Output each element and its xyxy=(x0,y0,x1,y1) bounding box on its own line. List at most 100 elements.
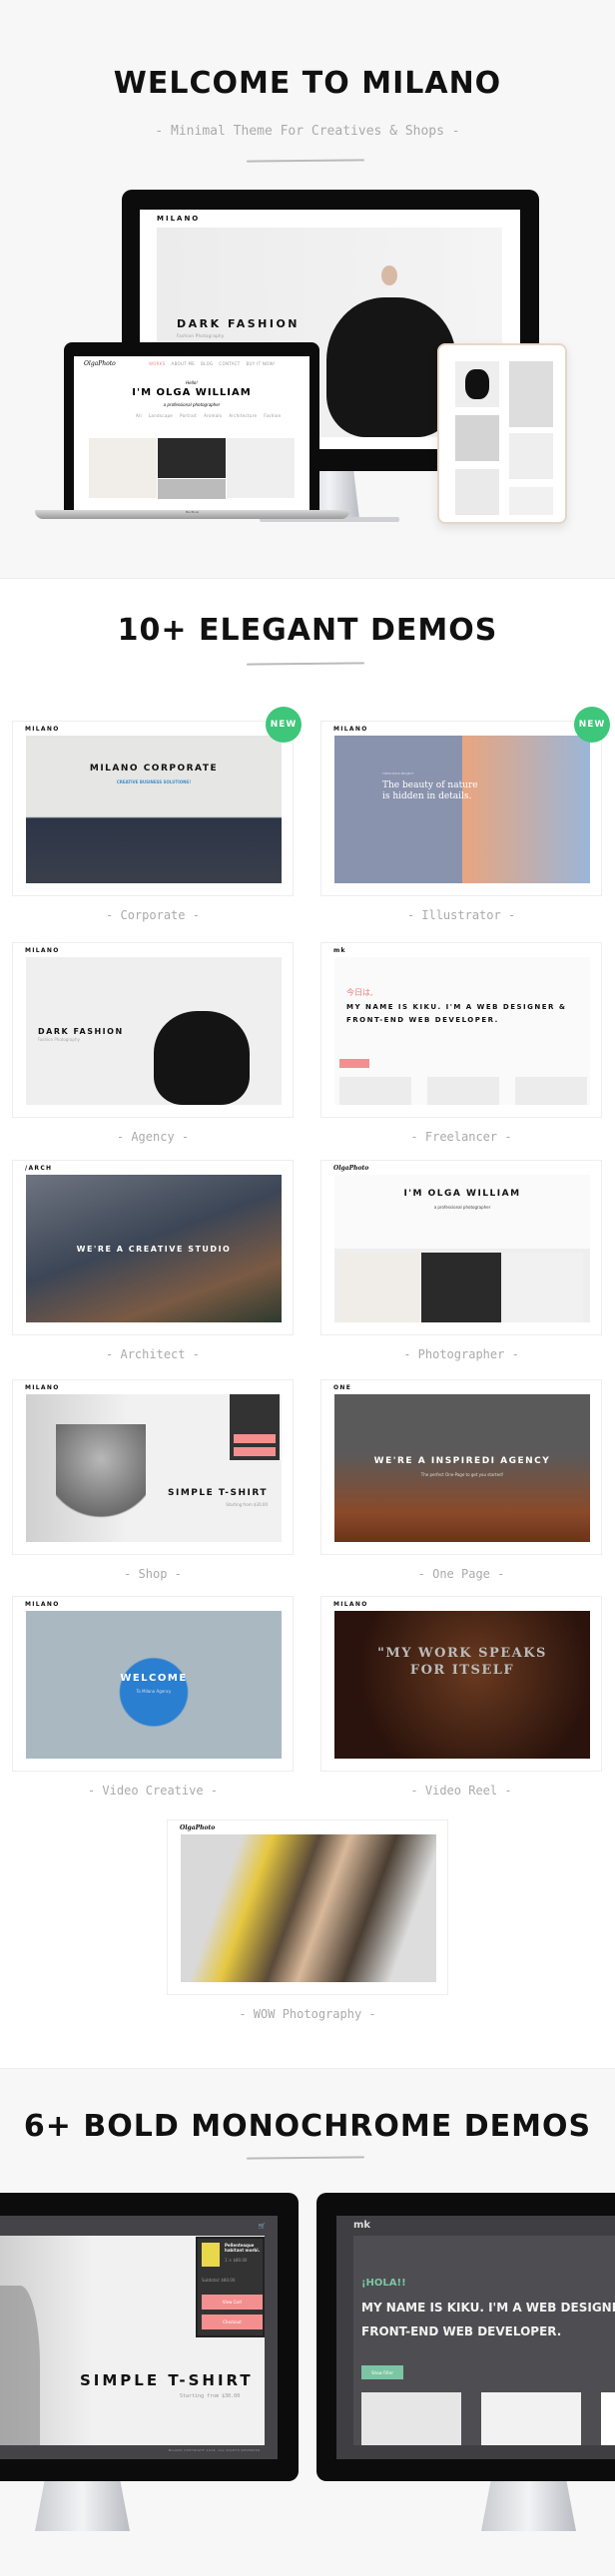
hero-section: WELCOME TO MILANO - Minimal Theme For Cr… xyxy=(0,0,615,579)
demo-card-freelancer[interactable]: mk MY NAME IS KIKU. I'M A WEB DESIGNER & … xyxy=(320,942,602,1118)
tablet-photo xyxy=(455,415,499,461)
portfolio-thumb xyxy=(481,2392,581,2445)
demo-card-wow[interactable]: OlgaPhoto xyxy=(167,1819,448,1995)
demo-label[interactable]: - Illustrator - xyxy=(320,908,602,922)
monitor-logo: MILANO xyxy=(157,215,201,223)
mono-freelancer-screen: mk ¡HOLA!! MY NAME IS KIKU. I'M A WEB DE… xyxy=(336,2216,615,2459)
monochrome-section: 6+ BOLD MONOCHROME DEMOS SIMPLE T-SHIRT … xyxy=(0,2068,615,2576)
demo-label[interactable]: - WOW Photography - xyxy=(167,2007,448,2021)
laptop-screen: OlgaPhoto WORKS ABOUT ME BLOG CONTACT BU… xyxy=(74,356,309,512)
demo-label[interactable]: - Shop - xyxy=(12,1567,294,1581)
tablet-photo xyxy=(455,469,499,515)
mono-title: 6+ BOLD MONOCHROME DEMOS xyxy=(23,2109,592,2144)
demo-headline: I'M OLGA WILLIAM xyxy=(403,1189,521,1199)
bearded-man-silhouette xyxy=(0,2286,40,2445)
cart-item-name[interactable]: Pellentesque habitant morbi. xyxy=(225,2243,263,2253)
filter-item[interactable]: Animals xyxy=(204,413,222,418)
laptop-hello: Hello! xyxy=(186,380,198,385)
laptop-base: MacBook xyxy=(35,510,349,519)
greeting: ¡HOLA!! xyxy=(361,2278,406,2289)
demo-preview-image: I'M OLGA WILLIAM a professional photograp… xyxy=(334,1175,590,1322)
show-filter-button[interactable]: Show Filter xyxy=(361,2365,403,2379)
demo-logo: ONE xyxy=(333,1384,352,1391)
bearded-man-silhouette xyxy=(56,1424,146,1542)
filter-item[interactable]: Landscape xyxy=(149,413,173,418)
nav-item[interactable]: CONTACT xyxy=(219,361,240,366)
demo-label[interactable]: - Video Creative - xyxy=(12,1784,294,1798)
demo-tagline: Starting from $30.00 xyxy=(226,1502,268,1507)
demo-card-videoreel[interactable]: MILANO "MY WORK SPEAKS FOR ITSELF xyxy=(320,1596,602,1772)
cart-item-qty: 1 × $80.00 xyxy=(225,2258,248,2263)
mono-freelancer-headline: MY NAME IS KIKU. I'M A WEB DESIGNER & FR… xyxy=(361,2301,615,2338)
monitor-stand xyxy=(35,2481,130,2531)
view-cart-button[interactable]: View Cart xyxy=(202,2295,263,2310)
demo-card-videocreative[interactable]: MILANO WELCOME To Milano Agency xyxy=(12,1596,294,1772)
demo-label[interactable]: - Agency - xyxy=(12,1130,294,1144)
nav-item[interactable]: BLOG xyxy=(201,361,213,366)
divider xyxy=(246,159,365,163)
tablet-photo xyxy=(509,433,553,479)
demo-label[interactable]: - Video Reel - xyxy=(320,1784,602,1798)
demo-headline: MILANO CORPORATE xyxy=(89,764,219,773)
demo-tagline: a professional photographer xyxy=(433,1205,491,1210)
mono-shop-headline: SIMPLE T-SHIRT xyxy=(80,2371,254,2389)
demo-label[interactable]: - Architect - xyxy=(12,1347,294,1361)
portfolio-thumb xyxy=(601,2392,615,2445)
demo-label[interactable]: - One Page - xyxy=(320,1567,602,1581)
laptop-filters: All Landscape Portrait Animals Architect… xyxy=(136,413,282,418)
filter-item[interactable]: All xyxy=(136,413,142,418)
demo-card-architect[interactable]: /ARCH WE'RE A CREATIVE STUDIO xyxy=(12,1160,294,1335)
demo-label[interactable]: - Photographer - xyxy=(320,1347,602,1361)
demo-tagline: Fashion Photography xyxy=(38,1037,80,1042)
demo-card-illustrator[interactable]: MILANO The beauty of nature is hidden in … xyxy=(320,721,602,896)
demo-tagline: The perfect One-Page to get you started! xyxy=(420,1472,504,1477)
gallery-photo xyxy=(339,1253,419,1322)
mono-freelancer-content: ¡HOLA!! MY NAME IS KIKU. I'M A WEB DESIG… xyxy=(353,2236,615,2445)
monitor-stand xyxy=(481,2481,576,2531)
demo-preview-image: SIMPLE T-SHIRT Starting from $30.00 xyxy=(26,1394,282,1542)
mono-shop-footer: MILANO COPYRIGHT 2016. ALL RIGHTS RESERV… xyxy=(168,2448,262,2452)
checkout-button[interactable] xyxy=(234,1447,276,1456)
mono-freelancer-logo: mk xyxy=(353,2220,371,2231)
demo-card-corporate[interactable]: MILANO MILANO CORPORATE CREATIVE BUSINESS … xyxy=(12,721,294,896)
new-badge: NEW xyxy=(266,707,302,743)
new-badge: NEW xyxy=(574,707,610,743)
demo-headline: WELCOME xyxy=(120,1673,188,1684)
demos-title: 10+ ELEGANT DEMOS xyxy=(117,613,498,648)
nav-item[interactable]: BUY IT NOW! xyxy=(247,361,276,366)
demo-logo: MILANO xyxy=(25,726,60,733)
laptop-headline: I'M OLGA WILLIAM xyxy=(132,387,252,398)
demo-tagline: FREELANCE PROJECT xyxy=(382,772,414,775)
show-filter-button[interactable] xyxy=(339,1059,369,1068)
demo-card-onepage[interactable]: ONE WE'RE A INSPIREDI AGENCY The perfect O… xyxy=(320,1379,602,1555)
demo-logo: OlgaPhoto xyxy=(180,1824,216,1831)
demo-card-agency[interactable]: MILANO DARK FASHION Fashion Photography xyxy=(12,942,294,1118)
nav-item[interactable]: ABOUT ME xyxy=(172,361,196,366)
filter-item[interactable]: Architecture xyxy=(229,413,257,418)
portfolio-thumb xyxy=(339,1077,411,1105)
photo-chair xyxy=(227,438,295,498)
filter-item[interactable]: Fashion xyxy=(264,413,281,418)
cart-subtotal: Subtotal: $80.00 xyxy=(202,2278,236,2283)
demo-logo: /ARCH xyxy=(25,1165,53,1172)
portfolio-thumb xyxy=(361,2392,461,2445)
demo-card-shop[interactable]: MILANO SIMPLE T-SHIRT Starting from $30.00 xyxy=(12,1379,294,1555)
demo-tagline: CREATIVE BUSINESS SOLUTIONS! xyxy=(116,779,192,784)
demo-logo: MILANO xyxy=(333,1601,368,1608)
view-cart-button[interactable] xyxy=(234,1434,276,1443)
demo-preview-image: MY NAME IS KIKU. I'M A WEB DESIGNER & FR… xyxy=(334,957,590,1105)
laptop-tagline: a professional photographer xyxy=(163,402,221,407)
demo-label[interactable]: - Freelancer - xyxy=(320,1130,602,1144)
laptop-nav: WORKS ABOUT ME BLOG CONTACT BUY IT NOW! xyxy=(149,361,276,366)
demo-headline: WE'RE A INSPIREDI AGENCY xyxy=(373,1456,551,1466)
demo-card-photographer[interactable]: OlgaPhoto I'M OLGA WILLIAM a professional … xyxy=(320,1160,602,1335)
demo-label[interactable]: - Corporate - xyxy=(12,908,294,922)
photo-portrait-2 xyxy=(158,479,226,499)
mono-monitor-freelancer: mk ¡HOLA!! MY NAME IS KIKU. I'M A WEB DE… xyxy=(316,2193,615,2481)
cart-icon[interactable]: 🛒 xyxy=(259,2223,266,2230)
nav-item[interactable]: WORKS xyxy=(149,361,166,366)
demo-logo: MILANO xyxy=(25,947,60,954)
checkout-button[interactable]: Checkout xyxy=(202,2315,263,2329)
filter-item[interactable]: Portrait xyxy=(180,413,197,418)
demo-tagline: To Milano Agency xyxy=(136,1689,172,1694)
